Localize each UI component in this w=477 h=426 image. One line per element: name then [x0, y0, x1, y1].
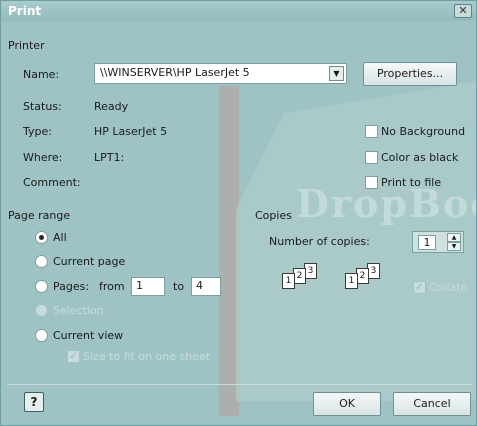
spin-up-icon[interactable]: ▲	[447, 233, 461, 242]
from-page-input[interactable]: 1	[131, 277, 165, 296]
current-page-radio[interactable]	[35, 255, 48, 268]
status-label: Status:	[23, 100, 62, 113]
color-as-black-checkbox[interactable]	[365, 151, 378, 164]
selection-radio[interactable]	[35, 304, 48, 317]
pages-label: Pages:	[53, 280, 90, 293]
color-as-black-label: Color as black	[381, 151, 459, 164]
footer-divider	[7, 384, 472, 385]
no-background-label: No Background	[381, 125, 466, 138]
print-dialog: DropBoo Print ✕ Printer Name: \\WINSERVE…	[0, 0, 477, 426]
copies-section-label: Copies	[255, 209, 292, 222]
collate-checkbox[interactable]: ✓	[413, 281, 426, 294]
print-to-file-label: Print to file	[381, 176, 442, 189]
all-radio[interactable]	[35, 231, 48, 244]
copies-value[interactable]: 1	[418, 235, 436, 250]
to-label: to	[173, 280, 185, 293]
help-button[interactable]: ?	[24, 392, 44, 412]
title-bar[interactable]: Print ✕	[1, 1, 476, 21]
type-label: Type:	[23, 125, 52, 138]
cancel-button[interactable]: Cancel	[393, 392, 471, 416]
page-1-icon: 1	[345, 273, 358, 289]
close-button[interactable]: ✕	[454, 4, 472, 18]
window-title: Print	[8, 4, 42, 18]
spin-down-icon[interactable]: ▼	[447, 242, 461, 251]
collate-label: Collate	[429, 281, 468, 294]
current-view-radio[interactable]	[35, 329, 48, 342]
no-background-checkbox[interactable]	[365, 125, 378, 138]
page-range-section-label: Page range	[8, 209, 71, 222]
print-to-file-checkbox[interactable]	[365, 176, 378, 189]
comment-label: Comment:	[23, 176, 81, 189]
current-view-label: Current view	[53, 329, 124, 342]
chevron-down-icon[interactable]: ▼	[329, 66, 344, 81]
ok-button[interactable]: OK	[313, 392, 381, 416]
number-of-copies-label: Number of copies:	[269, 235, 370, 248]
collate-illustration-1: 3 2 1	[282, 263, 332, 289]
status-value: Ready	[94, 100, 129, 113]
properties-button[interactable]: Properties...	[363, 62, 457, 86]
type-value: HP LaserJet 5	[94, 125, 168, 138]
where-value: LPT1:	[94, 151, 125, 164]
name-label: Name:	[23, 68, 60, 81]
printer-section-label: Printer	[8, 39, 45, 52]
size-to-fit-checkbox[interactable]: ✓	[67, 350, 80, 363]
pages-radio[interactable]	[35, 280, 48, 293]
size-to-fit-label: Size to fit on one sheet	[83, 350, 211, 363]
selection-label: Selection	[53, 304, 104, 317]
current-page-label: Current page	[53, 255, 126, 268]
collate-illustration-2: 3 2 1	[345, 263, 395, 289]
printer-name-select[interactable]: \\WINSERVER\HP LaserJet 5 ▼	[94, 63, 347, 84]
to-page-input[interactable]: 4	[191, 277, 221, 296]
copies-spinner[interactable]: 1 ▲ ▼	[412, 231, 464, 253]
where-label: Where:	[23, 151, 63, 164]
printer-name-value: \\WINSERVER\HP LaserJet 5	[100, 66, 250, 79]
all-label: All	[53, 231, 67, 244]
from-label: from	[99, 280, 125, 293]
page-1-icon: 1	[282, 273, 295, 289]
